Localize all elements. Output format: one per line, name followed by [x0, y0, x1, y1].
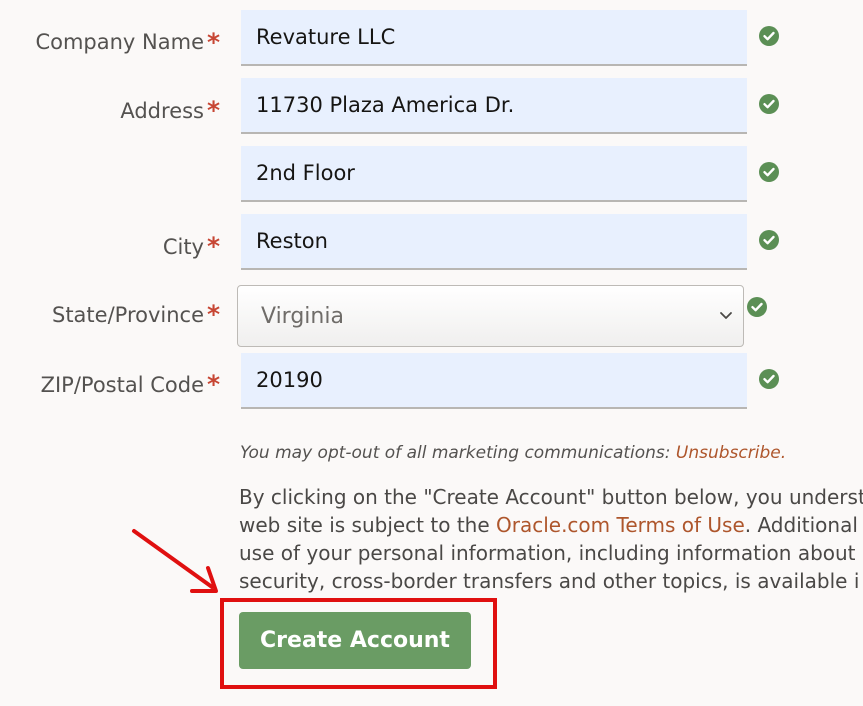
required-marker: * [207, 300, 221, 329]
check-circle-icon [759, 162, 779, 182]
zip-postal-code-input[interactable] [241, 353, 747, 409]
city-input[interactable] [241, 214, 747, 270]
check-circle-icon [747, 297, 767, 317]
optout-text: You may opt-out of all marketing communi… [240, 443, 676, 463]
state-province-select[interactable]: Virginia [237, 285, 744, 347]
optout-period: . [780, 443, 787, 463]
address-line2-input[interactable] [241, 146, 747, 202]
legal-line: By clicking on the "Create Account" butt… [239, 485, 863, 509]
city-label: City [162, 235, 204, 259]
optout-note: You may opt-out of all marketing communi… [240, 443, 786, 463]
state-province-label: State/Province [51, 303, 204, 327]
zip-postal-code-label: ZIP/Postal Code [40, 373, 204, 397]
chevron-down-icon [720, 312, 732, 319]
legal-text: By clicking on the "Create Account" butt… [239, 483, 863, 595]
company-name-input[interactable] [241, 10, 747, 66]
check-circle-icon [759, 26, 779, 46]
check-circle-icon [759, 94, 779, 114]
legal-line: security, cross-border transfers and oth… [239, 569, 860, 593]
unsubscribe-link[interactable]: Unsubscribe [676, 443, 781, 463]
legal-line: use of your personal information, includ… [239, 541, 856, 565]
legal-line-text: . Additional [744, 513, 858, 537]
required-marker: * [207, 370, 221, 399]
check-circle-icon [759, 369, 779, 389]
address-label: Address [120, 99, 204, 123]
address-line1-input[interactable] [241, 78, 747, 134]
red-arrow [132, 529, 218, 593]
annotation-highlight-box [220, 598, 497, 689]
required-marker: * [207, 28, 221, 57]
company-name-label: Company Name [35, 30, 204, 54]
required-marker: * [207, 232, 221, 261]
legal-line-text: web site is subject to the [239, 513, 496, 537]
required-marker: * [207, 96, 221, 125]
state-province-value: Virginia [261, 303, 344, 329]
check-circle-icon [759, 230, 779, 250]
legal-line: web site is subject to the Oracle.com Te… [239, 511, 863, 539]
terms-of-use-link[interactable]: Oracle.com Terms of Use [496, 513, 745, 537]
